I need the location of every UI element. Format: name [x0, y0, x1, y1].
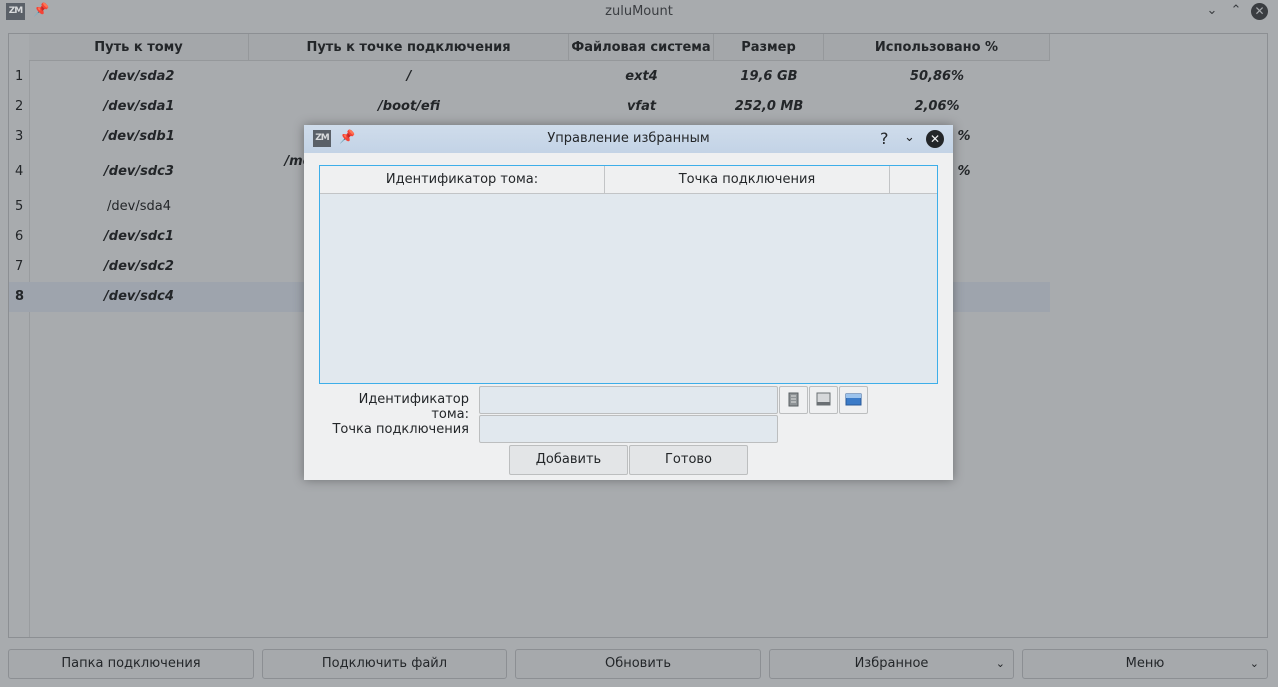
col-header-size[interactable]: Размер [714, 34, 824, 61]
refresh-button[interactable]: Обновить [515, 649, 761, 679]
col-header-filesystem[interactable]: Файловая система [569, 34, 714, 61]
table-row[interactable]: 2 /dev/sda1 /boot/efi vfat 252,0 MB 2,06… [9, 92, 1050, 122]
minimize-icon[interactable]: ⌄ [1203, 2, 1221, 20]
chevron-down-icon[interactable]: ⌄ [904, 130, 915, 145]
manage-favorites-dialog[interactable]: ZM 📌 Управление избранным ? ⌄ ✕ Идентифи… [304, 125, 953, 480]
favorites-label: Избранное [854, 656, 929, 671]
partition-button[interactable] [839, 386, 868, 414]
favorites-table[interactable]: Идентификатор тома: Точка подключения [319, 165, 938, 384]
col-header-used[interactable]: Использовано % [824, 34, 1050, 61]
dialog-title: Управление избранным [547, 131, 710, 146]
mount-file-button[interactable]: Подключить файл [262, 649, 507, 679]
cell-fs: ext4 [625, 69, 658, 84]
window-title: zuluMount [605, 4, 673, 19]
drive-button[interactable] [809, 386, 838, 414]
cell-volume: /dev/sda4 [107, 199, 171, 214]
table-row[interactable]: 1 /dev/sda2 / ext4 19,6 GB 50,86% [9, 62, 1050, 92]
file-button[interactable] [779, 386, 808, 414]
close-icon[interactable]: ✕ [1251, 3, 1268, 20]
cell-mount: / [406, 69, 412, 84]
cell-volume: /dev/sda2 [103, 69, 175, 84]
maximize-icon[interactable]: ⌃ [1227, 2, 1245, 20]
done-button[interactable]: Готово [629, 445, 748, 475]
row-number: 6 [15, 229, 24, 244]
drive-icon [816, 392, 831, 406]
cell-used: % [957, 129, 971, 144]
cell-volume: /dev/sdc4 [104, 289, 174, 304]
main-title-bar: ZM 📌 zuluMount ⌄ ⌃ ✕ [0, 0, 1278, 24]
file-icon [788, 392, 799, 407]
row-number: 2 [15, 99, 24, 114]
cell-volume: /dev/sdb1 [103, 129, 175, 144]
row-number: 7 [15, 259, 24, 274]
row-number: 8 [15, 289, 25, 304]
cell-mount: /boot/efi [378, 99, 440, 114]
row-number: 3 [15, 129, 24, 144]
volume-id-label: Идентификатор тома: [358, 392, 469, 422]
cell-volume: /dev/sdc2 [104, 259, 174, 274]
col-header-empty [890, 166, 937, 194]
col-header-mount-path[interactable]: Путь к точке подключения [249, 34, 569, 61]
cell-volume: /dev/sdc3 [104, 164, 174, 179]
col-header-volume-path[interactable]: Путь к тому [29, 34, 249, 61]
cell-volume: /dev/sda1 [103, 99, 175, 114]
cell-used: 2,06% [914, 99, 960, 114]
mount-folder-button[interactable]: Папка подключения [8, 649, 254, 679]
cell-size: 19,6 GB [740, 69, 798, 84]
row-number: 5 [15, 199, 24, 214]
cell-used: % [957, 164, 971, 179]
row-number: 4 [15, 164, 24, 179]
row-number: 1 [15, 69, 24, 84]
mount-point-input[interactable] [479, 415, 778, 443]
help-icon[interactable]: ? [880, 129, 889, 148]
cell-used: 50,86% [909, 69, 965, 84]
partition-icon [845, 393, 862, 406]
cell-volume: /dev/sdc1 [104, 229, 174, 244]
chevron-down-icon: ⌄ [995, 657, 1005, 670]
col-header-mount-point[interactable]: Точка подключения [605, 166, 890, 194]
close-icon[interactable]: ✕ [926, 130, 944, 148]
chevron-down-icon: ⌄ [1249, 657, 1259, 670]
mount-point-label: Точка подключения [332, 422, 469, 437]
cell-fs: vfat [626, 99, 657, 114]
volume-id-input[interactable] [479, 386, 778, 414]
col-header-volume-id[interactable]: Идентификатор тома: [320, 166, 605, 194]
add-button[interactable]: Добавить [509, 445, 628, 475]
dialog-title-bar: ZM 📌 Управление избранным ? ⌄ ✕ [304, 125, 953, 153]
menu-label: Меню [1125, 656, 1165, 671]
favorites-dropdown[interactable]: Избранное ⌄ [769, 649, 1014, 679]
cell-size: 252,0 MB [734, 99, 804, 114]
menu-dropdown[interactable]: Меню ⌄ [1022, 649, 1268, 679]
